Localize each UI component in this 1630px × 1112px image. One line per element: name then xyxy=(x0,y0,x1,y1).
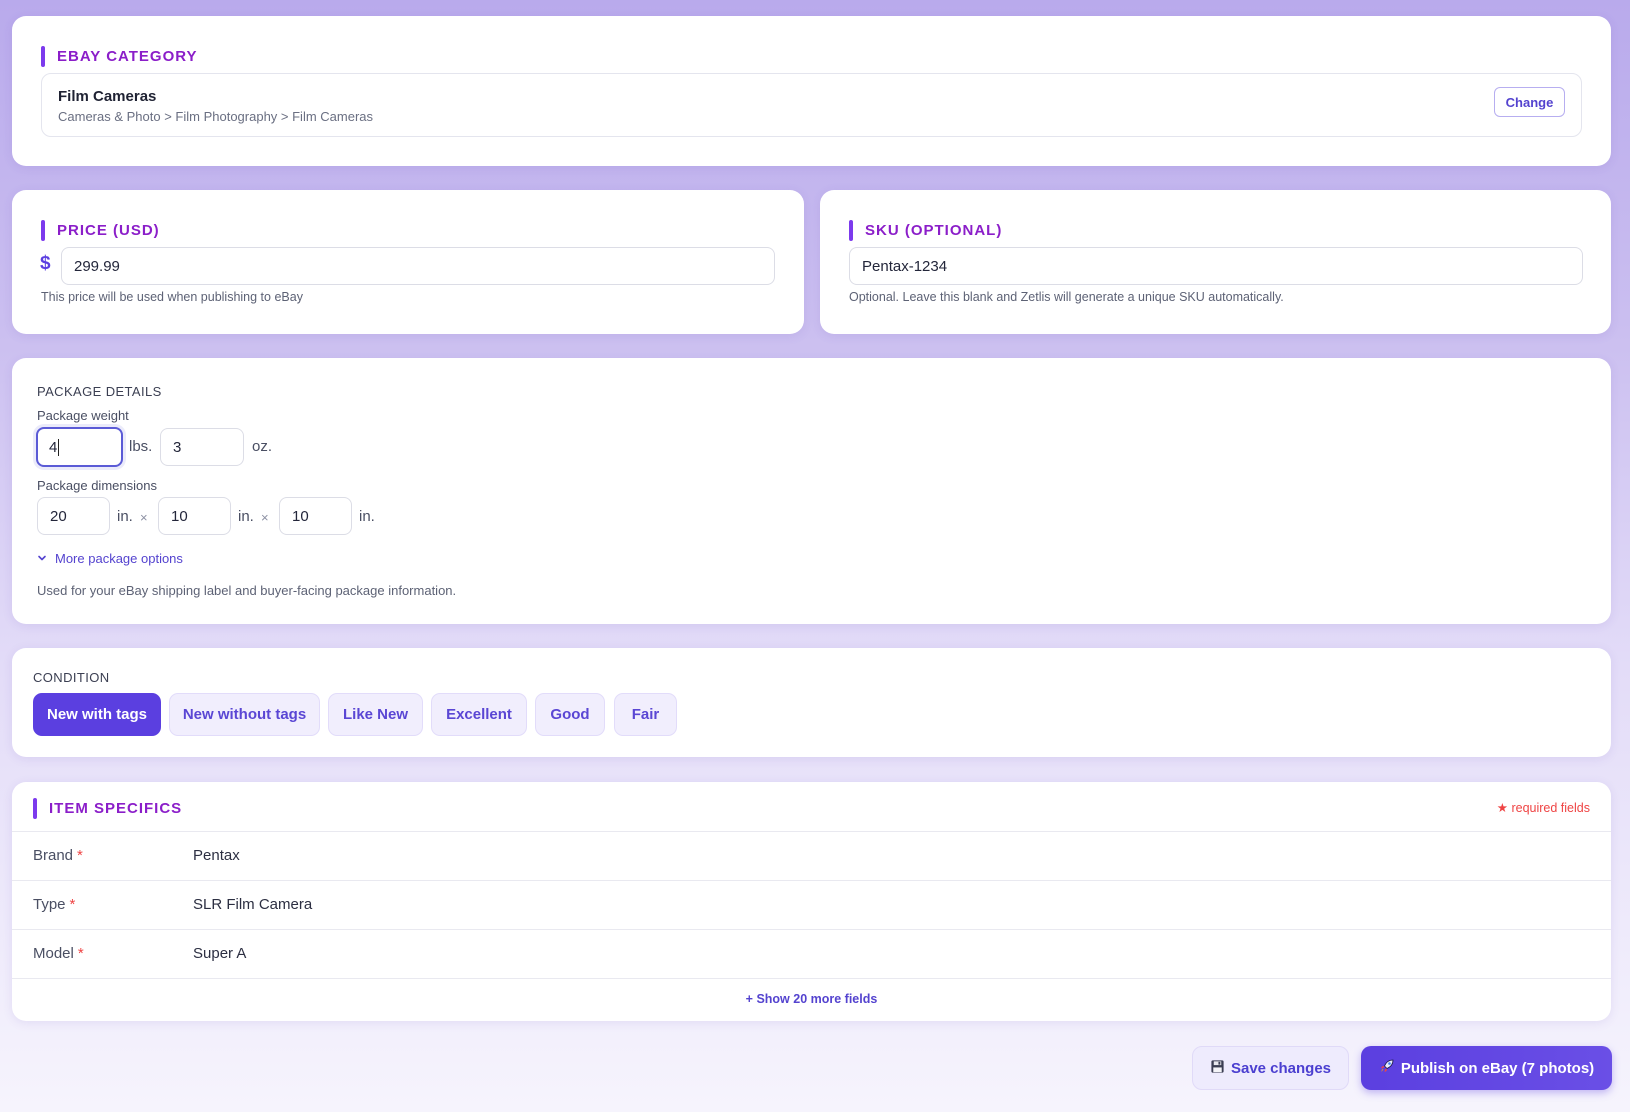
sku-input[interactable]: Pentax-1234 xyxy=(849,247,1583,285)
price-value: 299.99 xyxy=(74,257,120,275)
spec-label: Model * xyxy=(33,945,84,962)
height-value: 10 xyxy=(292,507,309,525)
package-section-title: PACKAGE DETAILS xyxy=(37,384,162,399)
package-card: PACKAGE DETAILS Package weight 4 lbs. 3 … xyxy=(12,358,1611,624)
required-star-icon: * xyxy=(77,945,84,962)
package-hint: Used for your eBay shipping label and bu… xyxy=(37,583,457,598)
spec-row-model[interactable]: Model * Super A xyxy=(12,930,1611,978)
spec-label: Type * xyxy=(33,896,76,913)
condition-option-new-without-tags[interactable]: New without tags xyxy=(169,693,320,736)
divider xyxy=(12,978,1611,979)
condition-option-excellent[interactable]: Excellent xyxy=(431,693,527,736)
times-symbol: × xyxy=(261,510,269,525)
price-input[interactable]: 299.99 xyxy=(61,247,775,285)
width-unit: in. xyxy=(238,508,254,525)
height-input[interactable]: 10 xyxy=(279,497,352,535)
condition-section-title: CONDITION xyxy=(33,670,110,685)
sku-section-title: SKU (OPTIONAL) xyxy=(849,220,1002,241)
width-value: 10 xyxy=(171,507,188,525)
width-input[interactable]: 10 xyxy=(158,497,231,535)
times-symbol: × xyxy=(140,510,148,525)
oz-unit: oz. xyxy=(252,438,273,455)
category-section-title: EBAY CATEGORY xyxy=(41,46,198,67)
price-section-title: PRICE (USD) xyxy=(41,220,160,241)
condition-option-like-new[interactable]: Like New xyxy=(328,693,423,736)
category-box: Film Cameras Cameras & Photo > Film Phot… xyxy=(41,73,1582,137)
floppy-disk-icon xyxy=(1210,1059,1225,1078)
weight-lbs-value: 4 xyxy=(49,438,58,456)
sku-card: SKU (OPTIONAL) Pentax-1234 Optional. Lea… xyxy=(820,190,1611,334)
text-caret xyxy=(58,438,60,456)
spec-label: Brand * xyxy=(33,847,83,864)
save-changes-label: Save changes xyxy=(1230,1059,1332,1077)
chevron-down-icon xyxy=(37,551,47,566)
save-changes-button[interactable]: Save changes xyxy=(1192,1046,1349,1090)
publish-on-ebay-label: Publish on eBay (7 photos) xyxy=(1400,1059,1595,1077)
package-weight-label: Package weight xyxy=(37,408,129,423)
spec-row-brand[interactable]: Brand * Pentax xyxy=(12,832,1611,880)
change-category-button[interactable]: Change xyxy=(1494,87,1565,117)
weight-oz-value: 3 xyxy=(173,438,182,456)
condition-option-fair[interactable]: Fair xyxy=(614,693,677,736)
package-dimensions-label: Package dimensions xyxy=(37,478,157,493)
category-card: EBAY CATEGORY Film Cameras Cameras & Pho… xyxy=(12,16,1611,166)
category-name: Film Cameras xyxy=(58,88,157,105)
show-more-fields-link[interactable]: + Show 20 more fields xyxy=(12,992,1611,1006)
sku-value: Pentax-1234 xyxy=(862,257,948,275)
required-star-icon: * xyxy=(77,847,83,864)
spec-value: Super A xyxy=(193,945,247,962)
item-specifics-card: ITEM SPECIFICS ★ required fields Brand * … xyxy=(12,782,1611,1021)
rocket-icon xyxy=(1379,1058,1395,1078)
weight-oz-input[interactable]: 3 xyxy=(160,428,244,466)
condition-option-good[interactable]: Good xyxy=(535,693,605,736)
currency-symbol: $ xyxy=(40,253,51,274)
condition-card: CONDITION New with tags New without tags… xyxy=(12,648,1611,757)
required-star-icon: * xyxy=(69,896,76,913)
height-unit: in. xyxy=(359,508,375,525)
category-breadcrumb: Cameras & Photo > Film Photography > Fil… xyxy=(58,109,374,124)
length-value: 20 xyxy=(50,507,67,525)
price-card: PRICE (USD) $ 299.99 This price will be … xyxy=(12,190,804,334)
required-fields-note: ★ required fields xyxy=(1496,801,1590,815)
publish-on-ebay-button[interactable]: Publish on eBay (7 photos) xyxy=(1361,1046,1612,1090)
spec-row-type[interactable]: Type * SLR Film Camera xyxy=(12,881,1611,929)
weight-lbs-input[interactable]: 4 xyxy=(36,427,123,467)
more-package-options-label: More package options xyxy=(55,551,183,566)
sku-hint: Optional. Leave this blank and Zetlis wi… xyxy=(849,290,1284,304)
spec-value: Pentax xyxy=(193,847,240,864)
length-input[interactable]: 20 xyxy=(37,497,110,535)
more-package-options-link[interactable]: More package options xyxy=(37,551,183,566)
price-hint: This price will be used when publishing … xyxy=(41,290,303,304)
item-specifics-section-title: ITEM SPECIFICS xyxy=(33,798,182,819)
lbs-unit: lbs. xyxy=(129,438,153,455)
length-unit: in. xyxy=(117,508,133,525)
condition-option-new-with-tags[interactable]: New with tags xyxy=(33,693,161,736)
spec-value: SLR Film Camera xyxy=(193,896,313,913)
